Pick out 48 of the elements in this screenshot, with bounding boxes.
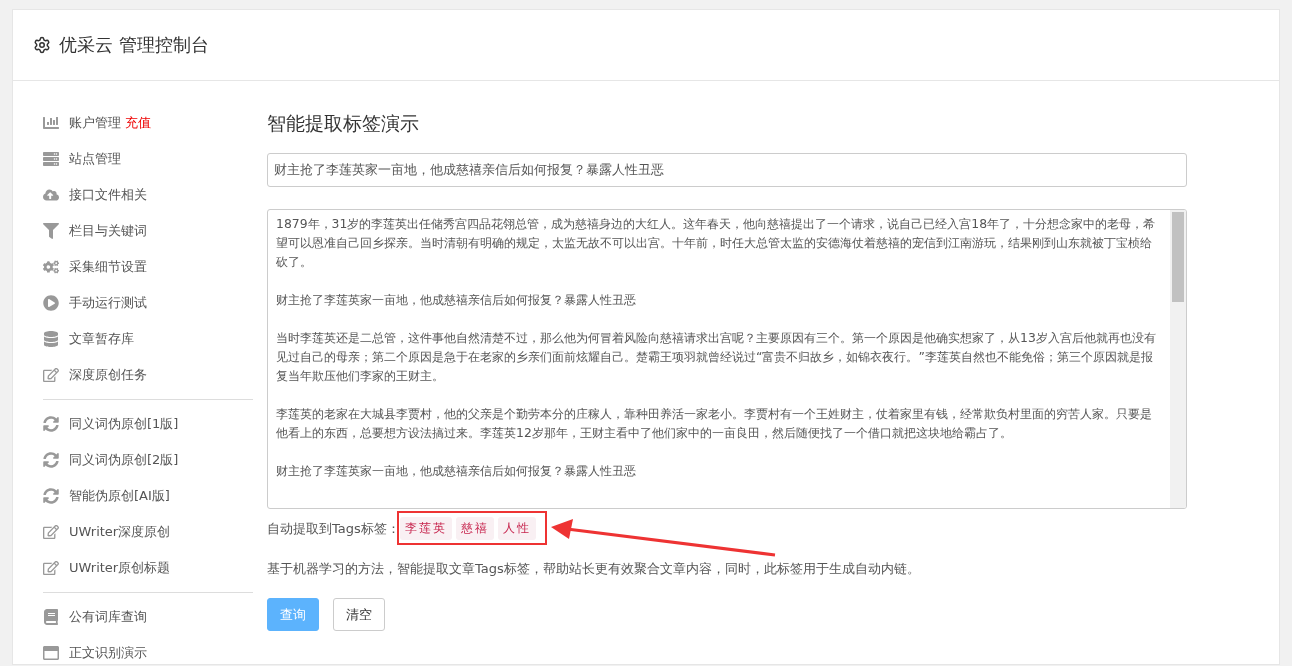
sidebar-item[interactable]: 手动运行测试 xyxy=(69,294,147,312)
database-icon xyxy=(43,331,59,347)
recharge-link[interactable]: 充值 xyxy=(125,114,151,132)
settings-icon xyxy=(33,36,51,54)
title-input[interactable]: 财主抢了李莲英家一亩地，他成慈禧亲信后如何报复？暴露人性丑恶 xyxy=(267,153,1187,187)
tag: 慈禧 xyxy=(455,517,494,540)
scrollbar[interactable] xyxy=(1170,210,1186,508)
sidebar-item[interactable]: 深度原创任务 xyxy=(69,366,147,384)
book-icon xyxy=(43,609,59,625)
filter-icon xyxy=(43,223,59,239)
bar-chart-icon xyxy=(43,115,59,131)
sidebar-item[interactable]: 采集细节设置 xyxy=(69,258,147,276)
gears-icon xyxy=(43,259,59,275)
sidebar-item[interactable]: 接口文件相关 xyxy=(69,186,147,204)
content-paragraph: 财主抢了李莲英家一亩地，他成慈禧亲信后如何报复？暴露人性丑恶 xyxy=(276,462,637,480)
tag: 人性 xyxy=(497,517,536,540)
edit-icon xyxy=(43,524,59,540)
server-icon xyxy=(43,151,59,167)
section-heading: 智能提取标签演示 xyxy=(267,111,420,136)
sidebar-item[interactable]: 同义词伪原创[2版] xyxy=(69,451,179,469)
content-paragraph: 李莲英的老家在大城县李贾村，他的父亲是个勤劳本分的庄稼人，靠种田养活一家老小。李贾村有一个王姓财主，仗着家里有钱，经常欺负村里面的穷苦人家。只要是他看上的东西，总要想方设法搞过来。李莲英12岁那年，王财主看中了他们家中的一亩良田，然后随便找了一个借口就把这块地给霸占了。 xyxy=(276,405,1153,442)
content-paragraph: 财主抢了李莲英家一亩地，他成慈禧亲信后如何报复？暴露人性丑恶 xyxy=(276,291,637,309)
sidebar-item[interactable]: 站点管理 xyxy=(69,150,121,168)
edit-icon xyxy=(43,560,59,576)
tags-label: 自动提取到Tags标签： xyxy=(267,519,400,538)
sidebar-item[interactable]: 同义词伪原创[1版] xyxy=(69,415,179,433)
content-textarea[interactable] xyxy=(267,209,1187,509)
cloud-upload-icon xyxy=(43,187,59,203)
clear-button[interactable]: 清空 xyxy=(333,598,385,631)
window-icon xyxy=(43,645,59,661)
refresh-icon xyxy=(43,416,59,432)
sidebar-item[interactable]: 智能伪原创[AI版] xyxy=(69,487,170,505)
tag: 李莲英 xyxy=(399,517,452,540)
play-icon xyxy=(43,295,59,311)
content-paragraph: 1879年，31岁的李莲英出任储秀宫四品花翎总管，成为慈禧身边的大红人。这年春天，他向慈禧提出了一个请求，说自己已经入宫18年了，十分想念家中的老母，希望可以恩准自己回乡探亲。当时清朝有明确的规定，太监无故不可以出宫。十年前，时任大总管太监的安德海仗着慈禧的宠信到江南游玩，结果刚到山东就被丁宝桢给砍了。 xyxy=(276,215,1157,271)
sidebar-item[interactable]: 正文识别演示 xyxy=(69,644,147,662)
edit-icon xyxy=(43,367,59,383)
content-paragraph: 当时李莲英还是二总管，这件事他自然清楚不过，那么他为何冒着风险向慈禧请求出宫呢？主要原因有三个。第一个原因是他确实想家了，从13岁入宫后他就再也没有见过自己的母亲；第二个原因是急于在老家的乡亲们面前炫耀自己。楚霸王项羽就曾经说过“富贵不归故乡，如锦衣夜行。”李莲英自然也不能免俗；第三个原因就是报复当年欺压他们李家的王财主。 xyxy=(276,329,1157,385)
sidebar-item[interactable]: 公有词库查询 xyxy=(69,608,147,626)
sidebar-item[interactable]: UWriter原创标题 xyxy=(69,559,171,577)
refresh-icon xyxy=(43,488,59,504)
sidebar-item[interactable]: 文章暂存库 xyxy=(69,330,134,348)
description-text: 基于机器学习的方法，智能提取文章Tags标签，帮助站长更有效聚合文章内容，同时，此标签用于生成自动内链。 xyxy=(267,560,921,578)
refresh-icon xyxy=(43,452,59,468)
sidebar-item[interactable]: UWriter深度原创 xyxy=(69,523,171,541)
sidebar-item[interactable]: 栏目与关键词 xyxy=(69,222,147,240)
sidebar-item[interactable]: 账户管理 xyxy=(69,114,121,132)
console-title: 优采云 管理控制台 xyxy=(59,33,209,57)
